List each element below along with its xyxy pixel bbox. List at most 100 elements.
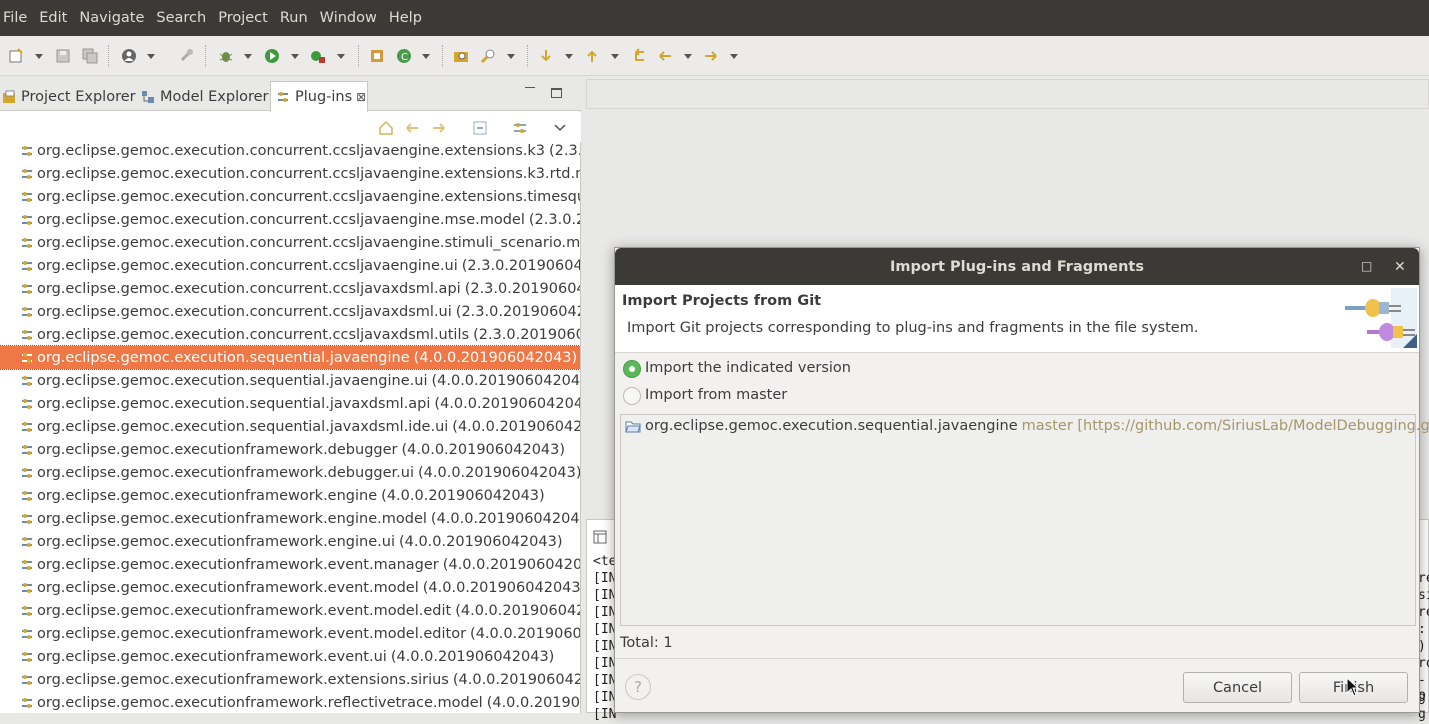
- debug-dropdown-icon[interactable]: [244, 54, 252, 59]
- plugin-version: (4.0.0.201906042043): [455, 602, 580, 619]
- tree-row[interactable]: org.eclipse.gemoc.execution.concurrent.c…: [0, 277, 580, 300]
- tree-row[interactable]: org.eclipse.gemoc.execution.sequential.j…: [0, 392, 580, 415]
- tree-row[interactable]: org.eclipse.gemoc.executionframework.ref…: [0, 691, 580, 713]
- last-edit-icon[interactable]: [630, 48, 646, 64]
- console-line: [IN: [593, 588, 617, 603]
- radio-from-master[interactable]: [623, 387, 641, 405]
- tree-row[interactable]: org.eclipse.gemoc.executionframework.deb…: [0, 438, 580, 461]
- debug-icon[interactable]: [218, 48, 234, 64]
- back-icon[interactable]: [657, 48, 673, 64]
- new-class-dropdown-icon[interactable]: [422, 54, 430, 59]
- cancel-button[interactable]: Cancel: [1183, 672, 1292, 703]
- maximize-icon[interactable]: [551, 88, 562, 98]
- new-dropdown-icon[interactable]: [35, 54, 43, 59]
- prev-annotation-icon[interactable]: [584, 48, 600, 64]
- dialog-divider: [615, 658, 1419, 659]
- menu-navigate[interactable]: Navigate: [76, 10, 153, 26]
- plugin-icon: [22, 697, 32, 708]
- plugin-version: (4.0.0.201906042043): [401, 441, 566, 458]
- tree-row[interactable]: org.eclipse.gemoc.executionframework.deb…: [0, 461, 580, 484]
- back-dropdown-icon[interactable]: [684, 54, 692, 59]
- pin-icon[interactable]: [178, 48, 194, 64]
- minimize-icon[interactable]: [525, 87, 535, 88]
- dialog-description: Import Git projects corresponding to plu…: [627, 320, 1199, 336]
- menu-project[interactable]: Project: [215, 10, 277, 26]
- collapse-all-icon[interactable]: [472, 120, 488, 136]
- tab-model-explorer[interactable]: Model Explorer: [141, 83, 269, 111]
- tree-row[interactable]: org.eclipse.gemoc.executionframework.eve…: [0, 576, 580, 599]
- profile-icon[interactable]: [121, 48, 137, 64]
- tree-row[interactable]: org.eclipse.gemoc.executionframework.eve…: [0, 553, 580, 576]
- search-dropdown-icon[interactable]: [507, 54, 515, 59]
- menu-search[interactable]: Search: [153, 10, 215, 26]
- mouse-cursor-icon: [1346, 677, 1360, 697]
- plugin-name: org.eclipse.gemoc.executionframework.eng…: [37, 533, 395, 550]
- radio-indicated-version[interactable]: [623, 360, 641, 378]
- close-tab-icon[interactable]: ⊠: [356, 90, 366, 104]
- prev-annotation-dropdown-icon[interactable]: [611, 54, 619, 59]
- tree-row[interactable]: org.eclipse.gemoc.execution.concurrent.c…: [0, 139, 580, 162]
- folder-icon: [625, 421, 641, 433]
- menu-edit[interactable]: Edit: [36, 10, 76, 26]
- tree-row[interactable]: org.eclipse.gemoc.executionframework.eve…: [0, 622, 580, 645]
- tree-row[interactable]: org.eclipse.gemoc.executionframework.eve…: [0, 645, 580, 668]
- plugin-icon: [22, 467, 32, 478]
- tree-row[interactable]: org.eclipse.gemoc.execution.concurrent.c…: [0, 300, 580, 323]
- tree-row[interactable]: org.eclipse.gemoc.execution.concurrent.c…: [0, 231, 580, 254]
- link-with-editor-icon[interactable]: [512, 120, 528, 136]
- list-item[interactable]: org.eclipse.gemoc.execution.sequential.j…: [625, 418, 1429, 434]
- tree-row[interactable]: org.eclipse.gemoc.execution.sequential.j…: [0, 345, 580, 370]
- help-icon[interactable]: ?: [625, 674, 651, 700]
- run-icon[interactable]: [264, 48, 280, 64]
- forward-icon[interactable]: [431, 120, 447, 136]
- next-annotation-dropdown-icon[interactable]: [565, 54, 573, 59]
- back-icon[interactable]: [404, 120, 420, 136]
- tree-row[interactable]: org.eclipse.gemoc.executionframework.eng…: [0, 507, 580, 530]
- view-menu-icon[interactable]: [552, 120, 568, 136]
- tree-row[interactable]: org.eclipse.gemoc.execution.concurrent.c…: [0, 323, 580, 346]
- open-type-icon[interactable]: [453, 48, 469, 64]
- menu-help[interactable]: Help: [386, 10, 431, 26]
- tree-row[interactable]: org.eclipse.gemoc.execution.sequential.j…: [0, 369, 580, 392]
- tree-row[interactable]: org.eclipse.gemoc.execution.sequential.j…: [0, 415, 580, 438]
- tab-project-explorer[interactable]: Project Explorer: [2, 83, 136, 111]
- menu-file[interactable]: File: [0, 10, 36, 26]
- external-tools-dropdown-icon[interactable]: [337, 54, 345, 59]
- new-package-icon[interactable]: [369, 48, 385, 64]
- menu-run[interactable]: Run: [277, 10, 317, 26]
- plugin-name: org.eclipse.gemoc.executionframework.eve…: [37, 625, 467, 642]
- forward-dropdown-icon[interactable]: [730, 54, 738, 59]
- maximize-icon[interactable]: □: [1361, 259, 1372, 273]
- new-file-icon[interactable]: [8, 48, 24, 64]
- tree-row[interactable]: org.eclipse.gemoc.execution.concurrent.c…: [0, 254, 580, 277]
- tree-row[interactable]: org.eclipse.gemoc.execution.concurrent.c…: [0, 208, 580, 231]
- external-tools-icon[interactable]: [310, 48, 326, 64]
- tree-row[interactable]: org.eclipse.gemoc.executionframework.eve…: [0, 599, 580, 622]
- close-icon[interactable]: ✕: [1394, 259, 1406, 275]
- plugin-name: org.eclipse.gemoc.execution.concurrent.c…: [37, 234, 580, 251]
- tree-row[interactable]: org.eclipse.gemoc.execution.concurrent.c…: [0, 185, 580, 208]
- plugin-version: (2.3.0.2019: [549, 142, 580, 159]
- plugin-icon: [22, 375, 32, 386]
- projects-list: org.eclipse.gemoc.execution.sequential.j…: [620, 414, 1429, 626]
- new-class-icon[interactable]: C: [396, 48, 412, 64]
- menu-window[interactable]: Window: [317, 10, 386, 26]
- tree-row[interactable]: org.eclipse.gemoc.executionframework.ext…: [0, 668, 580, 691]
- tree-row[interactable]: org.eclipse.gemoc.execution.concurrent.c…: [0, 162, 580, 185]
- console-line: [IN: [593, 622, 617, 637]
- plugin-version: (4.0.0.201906042043): [434, 395, 580, 412]
- next-annotation-icon[interactable]: [538, 48, 554, 64]
- tree-row[interactable]: org.eclipse.gemoc.executionframework.eng…: [0, 530, 580, 553]
- tab-plugins[interactable]: Plug-ins ⊠: [270, 81, 368, 112]
- home-icon[interactable]: [378, 120, 394, 136]
- profile-dropdown-icon[interactable]: [147, 54, 155, 59]
- plugin-name: org.eclipse.gemoc.executionframework.eng…: [37, 510, 427, 527]
- tree-row[interactable]: org.eclipse.gemoc.executionframework.eng…: [0, 484, 580, 507]
- save-icon[interactable]: [55, 48, 71, 64]
- search-icon[interactable]: [480, 48, 496, 64]
- save-all-icon[interactable]: [82, 48, 98, 64]
- plugin-name: org.eclipse.gemoc.executionframework.eve…: [37, 556, 439, 573]
- forward-icon[interactable]: [703, 48, 719, 64]
- run-dropdown-icon[interactable]: [291, 54, 299, 59]
- menu-bar: File Edit Navigate Search Project Run Wi…: [0, 0, 1429, 36]
